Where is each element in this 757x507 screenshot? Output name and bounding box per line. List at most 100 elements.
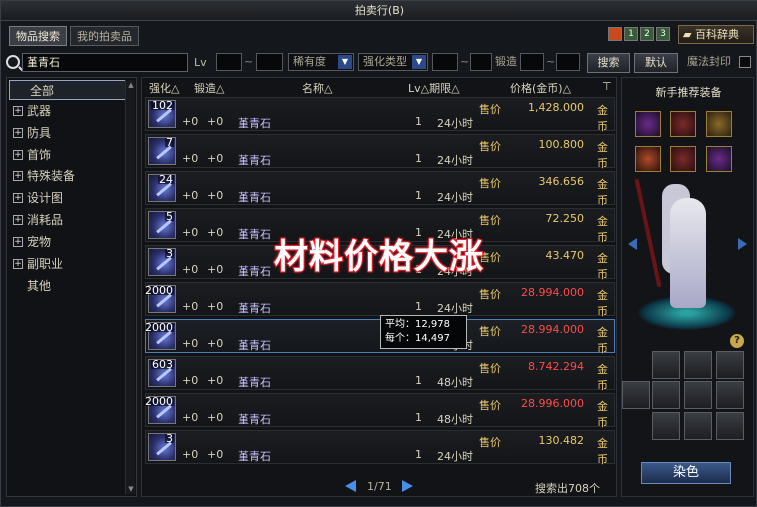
rarity-dropdown[interactable]: 稀有度 ▼	[288, 53, 354, 71]
cordierite-item-icon[interactable]: 2000	[144, 396, 176, 424]
default-button[interactable]: 默认	[634, 53, 678, 73]
cordierite-item-icon[interactable]: 7	[148, 137, 176, 165]
page-3-icon[interactable]: 3	[656, 27, 670, 41]
listing-row[interactable]: 24 +0 +0 堇青石 1 24小时 售价 346.656 金币	[145, 171, 615, 207]
category-all[interactable]: 全部	[9, 80, 127, 100]
cordierite-item-icon[interactable]: 3	[148, 248, 176, 276]
category-label: 设计图	[27, 191, 64, 205]
expand-icon[interactable]: +	[13, 237, 23, 247]
category-consumable[interactable]: + 消耗品	[9, 210, 127, 230]
item-price: 28.994.000	[521, 323, 584, 336]
equip-slot-icon[interactable]	[670, 146, 696, 172]
pin-icon[interactable]: ⊤	[602, 80, 612, 93]
category-pet[interactable]: + 宠物	[9, 232, 127, 252]
avatar-slot[interactable]	[684, 381, 712, 409]
listing-row[interactable]: 2000 +0 +0 堇青石 1 24小时售价 28.994.000 金币	[144, 282, 615, 318]
item-enhance: +0	[182, 152, 199, 165]
cordierite-item-icon[interactable]: 2000	[144, 322, 176, 350]
lv-label: Lv	[194, 56, 207, 69]
next-character-icon[interactable]	[738, 238, 747, 250]
category-jewelry[interactable]: + 首饰	[9, 145, 127, 165]
avatar-slot[interactable]	[684, 351, 712, 379]
enhance-range-sep: ~	[460, 55, 470, 68]
item-forge: +0	[207, 448, 224, 461]
cordierite-item-icon[interactable]: 2000	[144, 285, 176, 313]
prev-page-icon[interactable]	[345, 480, 356, 492]
listing-row[interactable]: 102 +0 +0 堇青石 1 24小时 售价 1,428.000 金币	[145, 97, 615, 133]
category-scrollbar[interactable]: ▲ ▼	[125, 80, 135, 494]
seal-checkbox[interactable]	[739, 56, 751, 68]
item-price-type: 售价	[479, 362, 501, 375]
expand-icon[interactable]: +	[13, 259, 23, 269]
cordierite-item-icon[interactable]: 102	[148, 100, 176, 128]
col-name[interactable]: 名称△	[302, 80, 332, 96]
category-sub-job[interactable]: + 副职业	[9, 254, 127, 274]
category-blueprint[interactable]: + 设计图	[9, 188, 127, 208]
page-2-icon[interactable]: 2	[640, 27, 654, 41]
avatar-slot[interactable]	[716, 381, 744, 409]
equip-slot-icon[interactable]	[670, 111, 696, 137]
col-forge[interactable]: 锻造△	[194, 80, 224, 96]
expand-icon[interactable]: +	[13, 150, 23, 160]
avatar-slot[interactable]	[622, 381, 650, 409]
scroll-up-icon[interactable]: ▲	[126, 80, 136, 90]
item-price: 346.656	[538, 175, 585, 188]
category-armor[interactable]: + 防具	[9, 123, 127, 143]
avatar-slot[interactable]	[652, 351, 680, 379]
help-icon[interactable]: ?	[730, 334, 744, 348]
expand-icon[interactable]: +	[13, 193, 23, 203]
expand-icon[interactable]: +	[13, 215, 23, 225]
search-button[interactable]: 搜索	[587, 53, 630, 73]
avatar-slot[interactable]	[716, 412, 744, 440]
avatar-slot[interactable]	[652, 381, 680, 409]
tab-my-auctions[interactable]: 我的拍卖品	[70, 26, 139, 46]
item-enhance: +0	[182, 448, 199, 461]
listing-row[interactable]: 603 +0 +0 堇青石 1 48小时 售价 8.742.294 金币	[145, 356, 615, 392]
listing-row[interactable]: 2000 +0 +0 堇青石 1 48小时 售价 28.996.000 金币	[144, 393, 615, 429]
cordierite-item-icon[interactable]: 24	[148, 174, 176, 202]
avatar-slot[interactable]	[716, 351, 744, 379]
enhance-type-dropdown[interactable]: 强化类型 ▼	[358, 53, 428, 71]
col-price[interactable]: 价格(金币)△	[510, 80, 571, 96]
forge-min-input[interactable]	[520, 53, 544, 71]
item-quantity: 2000	[144, 395, 174, 408]
page-1-icon[interactable]: 1	[624, 27, 638, 41]
equip-slot-icon[interactable]	[706, 146, 732, 172]
col-enhance[interactable]: 强化△	[149, 80, 179, 96]
expand-icon[interactable]: +	[13, 171, 23, 181]
next-page-icon[interactable]	[402, 480, 413, 492]
item-forge: +0	[207, 189, 224, 202]
enhance-max-input[interactable]	[470, 53, 492, 71]
avatar-slot[interactable]	[684, 412, 712, 440]
cordierite-item-icon[interactable]: 603	[148, 359, 176, 387]
lv-max-input[interactable]	[256, 53, 283, 71]
encyclopedia-button[interactable]: ▰ 百科辞典	[678, 25, 754, 44]
listing-row[interactable]: 7 +0 +0 堇青石 1 24小时 售价 100.800 金币	[145, 134, 615, 170]
category-special-equip[interactable]: + 特殊装备	[9, 166, 127, 186]
expand-icon[interactable]: +	[13, 128, 23, 138]
category-weapon[interactable]: + 武器	[9, 101, 127, 121]
item-enhance: +0	[182, 226, 199, 239]
scroll-down-icon[interactable]: ▼	[126, 484, 136, 494]
expand-icon[interactable]: +	[13, 106, 23, 116]
listing-row[interactable]: 3 +0 +0 堇青石 1 24小时 售价 130.482 金币	[145, 430, 615, 466]
forge-max-input[interactable]	[556, 53, 580, 71]
equip-slot-icon[interactable]	[635, 146, 661, 172]
item-name: 堇青石	[238, 339, 271, 352]
cordierite-item-icon[interactable]: 3	[148, 433, 176, 461]
enhance-min-input[interactable]	[432, 53, 458, 71]
dye-button[interactable]: 染色	[641, 462, 731, 484]
cordierite-item-icon[interactable]: 5	[148, 211, 176, 239]
mail-icon[interactable]	[608, 27, 622, 41]
lv-min-input[interactable]	[216, 53, 242, 71]
avatar-slot[interactable]	[652, 412, 680, 440]
item-currency: 金币	[597, 178, 608, 207]
category-other[interactable]: 其他	[9, 276, 127, 296]
tab-item-search[interactable]: 物品搜索	[9, 26, 67, 46]
auction-window: 拍卖行(B) 物品搜索 我的拍卖品 1 2 3 ▰ 百科辞典 堇青石 Lv ~ …	[0, 0, 757, 507]
col-lv-period[interactable]: Lv△期限△	[408, 80, 460, 96]
prev-character-icon[interactable]	[628, 238, 637, 250]
equip-slot-icon[interactable]	[635, 111, 661, 137]
search-input[interactable]: 堇青石	[22, 53, 188, 72]
equip-slot-icon[interactable]	[706, 111, 732, 137]
